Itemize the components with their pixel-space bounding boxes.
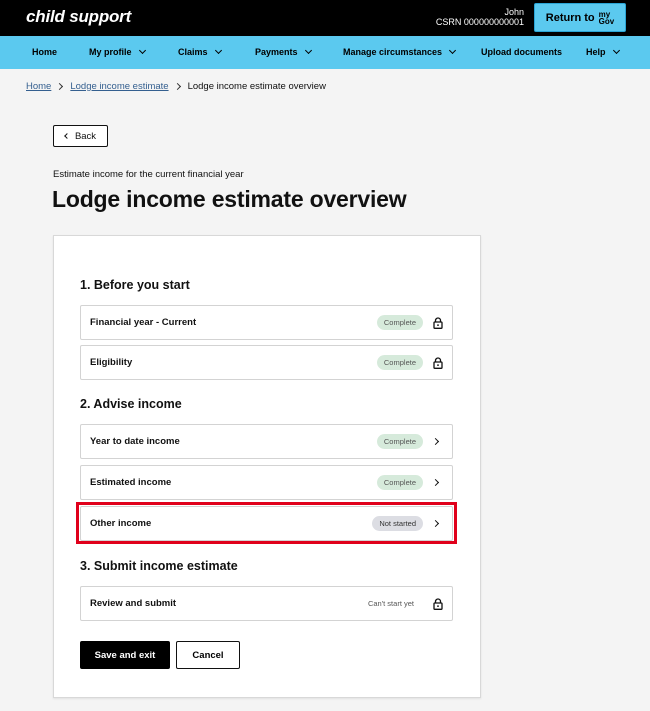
chevron-right-icon (431, 519, 440, 528)
lock-icon (433, 317, 443, 329)
status-badge-not-started: Not started (372, 516, 423, 531)
task-label: Eligibility (90, 357, 133, 368)
status-badge-complete: Complete (376, 475, 423, 490)
chevron-down-icon (304, 46, 312, 55)
chevron-right-icon (56, 82, 64, 91)
breadcrumb: Home Lodge income estimate Lodge income … (26, 81, 326, 92)
chevron-right-icon (173, 82, 181, 91)
breadcrumb-lodge-income-estimate-link[interactable]: Lodge income estimate (70, 81, 168, 92)
task-label: Year to date income (90, 436, 180, 447)
task-row-other-income[interactable]: Other income Not started (80, 506, 453, 541)
task-label: Estimated income (90, 477, 172, 488)
chevron-down-icon (138, 46, 146, 55)
chevron-left-icon (64, 133, 70, 139)
chevron-right-icon (431, 478, 440, 487)
main-navigation: Home My profile Claims Payments Manage c… (0, 36, 650, 69)
section-title-submit-income-estimate: 3. Submit income estimate (80, 559, 238, 573)
nav-item-payments[interactable]: Payments (255, 36, 312, 69)
user-name: John (504, 7, 524, 17)
task-row-estimated-income[interactable]: Estimated income Complete (80, 465, 453, 500)
back-button-label: Back (74, 130, 97, 142)
chevron-right-icon (431, 437, 440, 446)
csrn-number: CSRN 000000000001 (435, 17, 524, 27)
section-title-before-you-start: 1. Before you start (80, 278, 190, 292)
page-title: Lodge income estimate overview (52, 186, 407, 212)
task-label: Other income (90, 518, 152, 529)
task-label: Review and submit (90, 598, 177, 609)
section-title-advise-income: 2. Advise income (80, 397, 182, 411)
chevron-down-icon (612, 46, 620, 55)
nav-item-claims[interactable]: Claims (178, 36, 222, 69)
chevron-down-icon (214, 46, 222, 55)
nav-item-help[interactable]: Help (586, 36, 620, 69)
status-badge-complete: Complete (376, 355, 423, 370)
return-to-label: Return to (545, 11, 595, 24)
save-and-exit-button[interactable]: Save and exit (80, 641, 170, 669)
return-to-mygov-button[interactable]: Return to my Gov (534, 3, 626, 32)
status-badge-complete: Complete (376, 434, 423, 449)
top-header: child support John CSRN 000000000001 Ret… (0, 0, 650, 36)
back-button[interactable]: Back (53, 125, 108, 147)
nav-item-home[interactable]: Home (32, 36, 57, 69)
task-row-review-and-submit: Review and submit Can't start yet (80, 586, 453, 621)
mygov-logo-icon: my Gov (598, 9, 615, 26)
lock-icon (433, 598, 443, 610)
status-cant-start-yet: Can't start yet (367, 599, 414, 608)
status-badge-complete: Complete (376, 315, 423, 330)
nav-item-my-profile[interactable]: My profile (89, 36, 146, 69)
chevron-down-icon (449, 46, 457, 55)
task-label: Financial year - Current (90, 317, 197, 328)
breadcrumb-home-link[interactable]: Home (26, 81, 51, 92)
cancel-button[interactable]: Cancel (176, 641, 240, 669)
lock-icon (433, 357, 443, 369)
task-row-eligibility: Eligibility Complete (80, 345, 453, 380)
breadcrumb-current: Lodge income estimate overview (187, 81, 326, 92)
task-row-year-to-date-income[interactable]: Year to date income Complete (80, 424, 453, 459)
nav-item-upload-documents[interactable]: Upload documents (481, 36, 562, 69)
user-info: John CSRN 000000000001 (436, 7, 524, 27)
nav-item-manage-circumstances[interactable]: Manage circumstances (343, 36, 457, 69)
child-support-logo[interactable]: child support (26, 7, 131, 27)
task-row-financial-year: Financial year - Current Complete (80, 305, 453, 340)
page-subtitle: Estimate income for the current financia… (53, 169, 244, 180)
